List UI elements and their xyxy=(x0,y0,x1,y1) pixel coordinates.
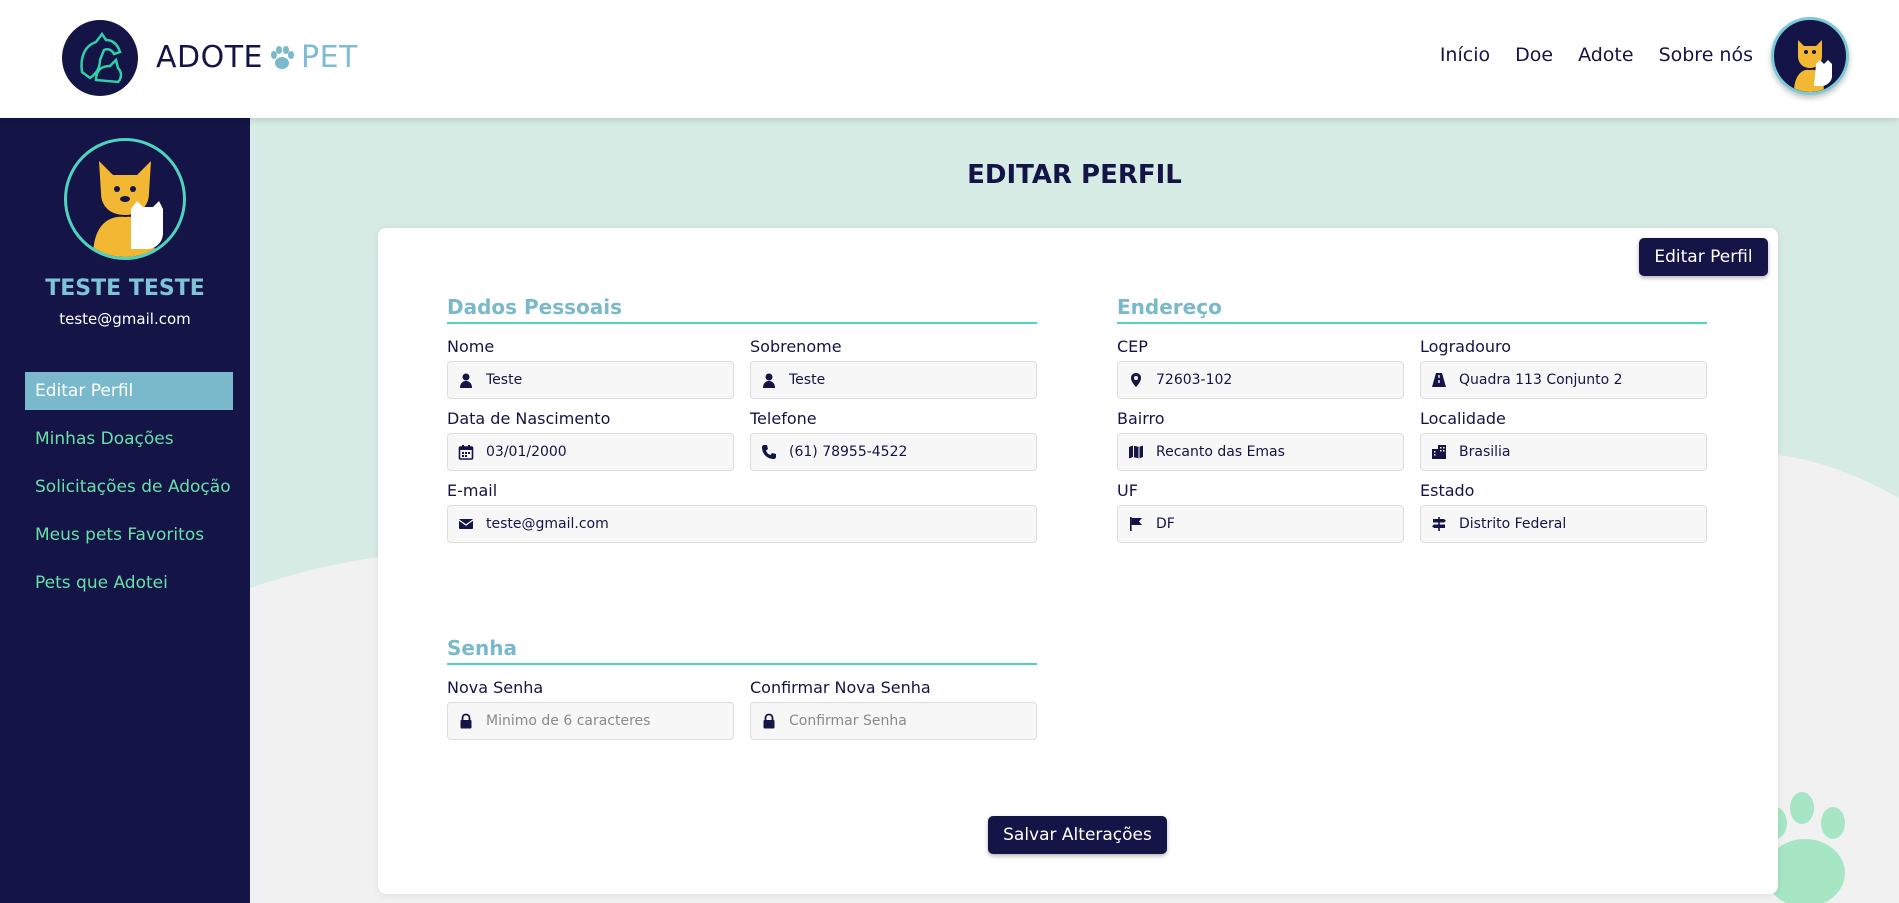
sidebar-menu: Editar Perfil Minhas Doações Solicitaçõe… xyxy=(25,372,233,612)
nav-link-adote[interactable]: Adote xyxy=(1578,44,1634,66)
lock-icon xyxy=(761,713,777,729)
field-logradouro: Logradouro Quadra 113 Conjunto 2 xyxy=(1420,337,1707,399)
profile-avatar xyxy=(64,138,186,260)
signpost-icon xyxy=(1431,516,1447,532)
field-bairro: Bairro Recanto das Emas xyxy=(1117,409,1404,471)
label-telefone: Telefone xyxy=(750,409,817,428)
map-pin-icon xyxy=(1128,372,1144,388)
field-confirmar-senha: Confirmar Nova Senha Confirmar Senha xyxy=(750,678,1037,740)
paw-icon xyxy=(267,43,297,73)
main-nav: Início Doe Adote Sobre nós xyxy=(1440,44,1753,66)
placeholder-nova-senha: Minimo de 6 caracteres xyxy=(486,713,651,729)
field-sobrenome: Sobrenome Teste xyxy=(750,337,1037,399)
page-title: EDITAR PERFIL xyxy=(967,160,1182,190)
value-localidade: Brasilia xyxy=(1459,444,1511,460)
profile-sidebar: TESTE TESTE teste@gmail.com Editar Perfi… xyxy=(0,118,250,903)
field-cep: CEP 72603-102 xyxy=(1117,337,1404,399)
nav-link-sobre-nos[interactable]: Sobre nós xyxy=(1659,44,1753,66)
logo-wordmark[interactable]: ADOTE PET xyxy=(156,40,358,75)
label-logradouro: Logradouro xyxy=(1420,337,1512,356)
sidebar-item-minhas-doacoes[interactable]: Minhas Doações xyxy=(25,420,233,458)
label-confirmar-senha: Confirmar Nova Senha xyxy=(750,678,931,697)
user-avatar[interactable] xyxy=(1771,17,1849,95)
personal-data-section: Dados Pessoais Nome Teste Sobrenome Test… xyxy=(447,295,1037,543)
input-confirmar-senha[interactable]: Confirmar Senha xyxy=(750,702,1037,740)
password-section: Senha Nova Senha Minimo de 6 caracteres … xyxy=(447,636,1037,740)
road-icon xyxy=(1431,372,1447,388)
address-section: Endereço CEP 72603-102 Logradouro Quadra… xyxy=(1117,295,1707,543)
edit-profile-button[interactable]: Editar Perfil xyxy=(1639,238,1768,276)
city-icon xyxy=(1431,444,1447,460)
nav-link-doe[interactable]: Doe xyxy=(1515,44,1553,66)
input-uf[interactable]: DF xyxy=(1117,505,1404,543)
field-nova-senha: Nova Senha Minimo de 6 caracteres xyxy=(447,678,734,740)
value-estado: Distrito Federal xyxy=(1459,516,1567,532)
placeholder-confirmar-senha: Confirmar Senha xyxy=(789,713,907,729)
input-email[interactable]: teste@gmail.com xyxy=(447,505,1037,543)
logo-word-pet: PET xyxy=(301,40,358,75)
sidebar-item-pets-adotei[interactable]: Pets que Adotei xyxy=(25,564,233,602)
value-cep: 72603-102 xyxy=(1156,372,1233,388)
value-nascimento: 03/01/2000 xyxy=(486,444,567,460)
label-bairro: Bairro xyxy=(1117,409,1165,428)
top-navbar: ADOTE PET Início Doe Adote Sobre nós xyxy=(0,0,1899,118)
section-title-address: Endereço xyxy=(1117,295,1707,324)
sidebar-item-solicitacoes-adocao[interactable]: Solicitações de Adoção xyxy=(25,468,233,506)
field-localidade: Localidade Brasilia xyxy=(1420,409,1707,471)
input-estado[interactable]: Distrito Federal xyxy=(1420,505,1707,543)
input-cep[interactable]: 72603-102 xyxy=(1117,361,1404,399)
user-icon xyxy=(458,372,474,388)
value-email: teste@gmail.com xyxy=(486,516,609,532)
input-nova-senha[interactable]: Minimo de 6 caracteres xyxy=(447,702,734,740)
value-bairro: Recanto das Emas xyxy=(1156,444,1285,460)
field-telefone: Telefone (61) 78955-4522 xyxy=(750,409,1037,471)
field-email: E-mail teste@gmail.com xyxy=(447,481,1037,543)
logo-word-adote: ADOTE xyxy=(156,40,264,75)
user-icon xyxy=(761,372,777,388)
input-nome[interactable]: Teste xyxy=(447,361,734,399)
field-nome: Nome Teste xyxy=(447,337,734,399)
input-localidade[interactable]: Brasilia xyxy=(1420,433,1707,471)
input-nascimento[interactable]: 03/01/2000 xyxy=(447,433,734,471)
value-nome: Teste xyxy=(486,372,523,388)
field-uf: UF DF xyxy=(1117,481,1404,543)
nav-link-inicio[interactable]: Início xyxy=(1440,44,1490,66)
label-cep: CEP xyxy=(1117,337,1148,356)
section-title-personal: Dados Pessoais xyxy=(447,295,1037,324)
flag-icon xyxy=(1128,516,1144,532)
sidebar-item-pets-favoritos[interactable]: Meus pets Favoritos xyxy=(25,516,233,554)
input-sobrenome[interactable]: Teste xyxy=(750,361,1037,399)
profile-name: TESTE TESTE xyxy=(45,276,205,301)
edit-profile-card: Editar Perfil Dados Pessoais Nome Teste … xyxy=(378,228,1778,894)
input-logradouro[interactable]: Quadra 113 Conjunto 2 xyxy=(1420,361,1707,399)
label-email: E-mail xyxy=(447,481,498,500)
label-estado: Estado xyxy=(1420,481,1475,500)
label-localidade: Localidade xyxy=(1420,409,1506,428)
label-uf: UF xyxy=(1117,481,1138,500)
value-telefone: (61) 78955-4522 xyxy=(789,444,908,460)
section-title-password: Senha xyxy=(447,636,1037,665)
map-icon xyxy=(1128,444,1144,460)
value-uf: DF xyxy=(1156,516,1175,532)
profile-email: teste@gmail.com xyxy=(59,310,191,328)
label-nome: Nome xyxy=(447,337,495,356)
field-nascimento: Data de Nascimento 03/01/2000 xyxy=(447,409,734,471)
lock-icon xyxy=(458,713,474,729)
sidebar-item-editar-perfil[interactable]: Editar Perfil xyxy=(25,372,233,410)
input-bairro[interactable]: Recanto das Emas xyxy=(1117,433,1404,471)
input-telefone[interactable]: (61) 78955-4522 xyxy=(750,433,1037,471)
value-sobrenome: Teste xyxy=(789,372,826,388)
save-changes-button[interactable]: Salvar Alterações xyxy=(988,816,1167,854)
field-estado: Estado Distrito Federal xyxy=(1420,481,1707,543)
label-nova-senha: Nova Senha xyxy=(447,678,544,697)
calendar-icon xyxy=(458,444,474,460)
value-logradouro: Quadra 113 Conjunto 2 xyxy=(1459,372,1623,388)
label-nascimento: Data de Nascimento xyxy=(447,409,611,428)
label-sobrenome: Sobrenome xyxy=(750,337,842,356)
phone-icon xyxy=(761,444,777,460)
logo-icon[interactable] xyxy=(62,20,138,96)
envelope-icon xyxy=(458,516,474,532)
